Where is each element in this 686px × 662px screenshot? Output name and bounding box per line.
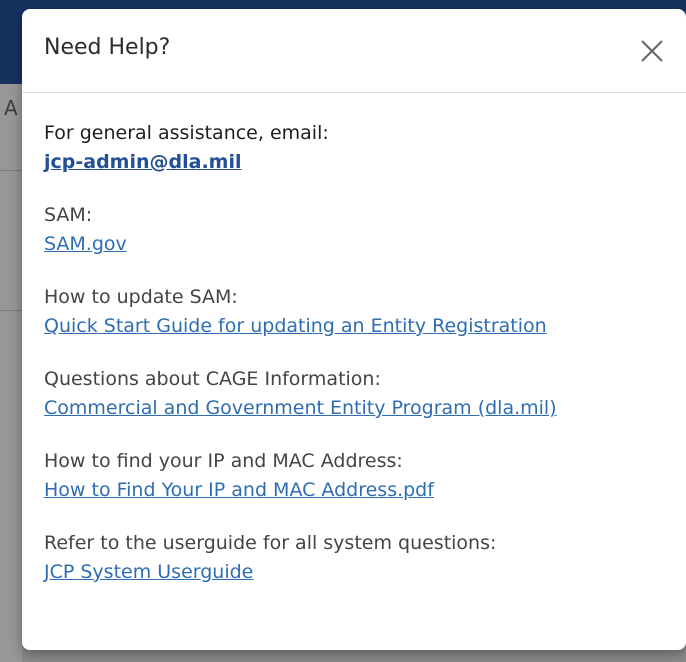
dialog-title: Need Help? [44,35,171,60]
email-link[interactable]: jcp-admin@dla.mil [44,147,242,177]
section-label: Questions about CAGE Information: [44,368,381,390]
close-icon [641,40,663,62]
help-dialog: Need Help? For general assistance, email… [22,9,686,650]
section-label: How to update SAM: [44,286,238,308]
help-section-sam: SAM: SAM.gov [44,201,664,259]
ip-mac-pdf-link[interactable]: How to Find Your IP and MAC Address.pdf [44,475,434,505]
help-section-cage: Questions about CAGE Information: Commer… [44,365,664,423]
sam-link[interactable]: SAM.gov [44,229,127,259]
section-label: For general assistance, email: [44,122,329,144]
background-divider [0,310,22,311]
help-section-update-sam: How to update SAM: Quick Start Guide for… [44,283,664,341]
help-section-userguide: Refer to the userguide for all system qu… [44,529,664,587]
section-label: SAM: [44,204,93,226]
dialog-body: For general assistance, email: jcp-admin… [22,93,686,587]
cage-program-link[interactable]: Commercial and Government Entity Program… [44,393,557,423]
section-label: Refer to the userguide for all system qu… [44,532,497,554]
help-section-ip-mac: How to find your IP and MAC Address: How… [44,447,664,505]
close-button[interactable] [638,37,666,65]
background-partial-text: A [4,96,18,120]
dialog-header: Need Help? [22,9,686,93]
background-divider [0,170,22,171]
userguide-link[interactable]: JCP System Userguide [44,557,253,587]
help-section-email: For general assistance, email: jcp-admin… [44,119,664,177]
section-label: How to find your IP and MAC Address: [44,450,403,472]
quick-start-guide-link[interactable]: Quick Start Guide for updating an Entity… [44,311,547,341]
